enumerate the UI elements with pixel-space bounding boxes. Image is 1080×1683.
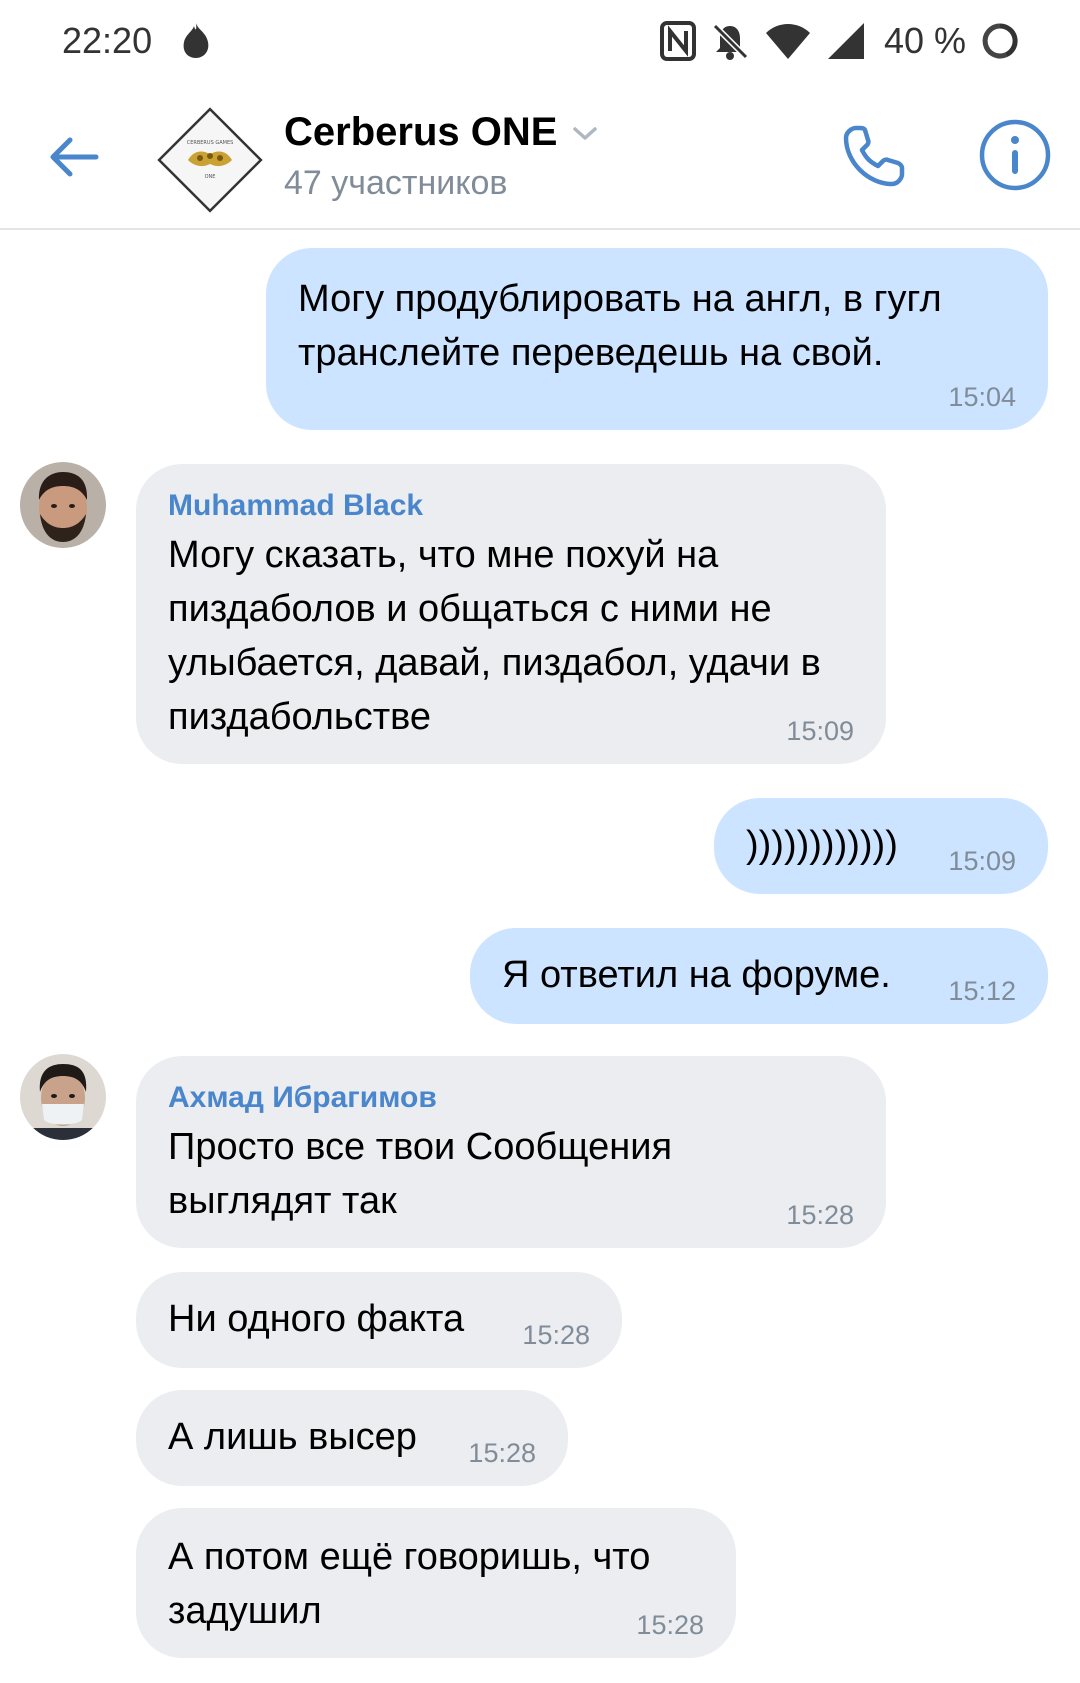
message-time: 15:12	[948, 976, 1016, 1006]
battery-percent: 40 %	[883, 20, 966, 61]
status-icons: 40 %	[659, 18, 1020, 64]
message-bubble-incoming[interactable]: А потом ещё говоришь, что задушил 15:28	[136, 1508, 736, 1658]
nfc-icon	[659, 21, 696, 61]
avatar-muhammad-black[interactable]	[20, 462, 106, 548]
message-text: ))))))))))))	[746, 824, 898, 866]
chat-header: CERBERUS GAMES ONE Cerberus ONE 47 участ…	[0, 84, 1080, 230]
message-bubble-outgoing[interactable]: Я ответил на форуме. 15:12	[470, 928, 1048, 1024]
chat-avatar[interactable]: CERBERUS GAMES ONE	[154, 104, 266, 216]
message-bubble-incoming[interactable]: А лишь высер 15:28	[136, 1390, 568, 1486]
chevron-down-icon	[573, 126, 598, 140]
message-bubble-incoming[interactable]: Ни одного факта 15:28	[136, 1272, 622, 1368]
avatar-akhmad-ibragimov[interactable]	[20, 1054, 106, 1140]
status-bar: 22:20 40 %	[0, 0, 1080, 84]
message-text: А лишь высер	[168, 1416, 417, 1458]
message-bubble-outgoing[interactable]: )))))))))))) 15:09	[714, 798, 1048, 894]
message-time: 15:09	[948, 846, 1016, 876]
message-text: Ни одного факта	[168, 1298, 465, 1340]
message-bubble-incoming[interactable]: Ахмад Ибрагимов Просто все твои Сообщени…	[136, 1056, 886, 1248]
info-icon[interactable]	[978, 118, 1052, 192]
svg-text:ONE: ONE	[205, 174, 216, 180]
message-time: 15:28	[636, 1610, 704, 1640]
status-time: 22:20	[62, 20, 153, 61]
mute-bell-icon	[712, 23, 749, 60]
chat-title[interactable]: Cerberus ONE	[284, 110, 599, 155]
message-time: 15:04	[948, 382, 1016, 412]
cerberus-logo: CERBERUS GAMES ONE	[154, 104, 266, 216]
message-time: 15:09	[786, 716, 854, 746]
chat-member-count: 47 участников	[284, 164, 508, 202]
signal-icon	[827, 23, 864, 59]
wifi-icon	[765, 24, 810, 59]
message-time: 15:28	[786, 1200, 854, 1230]
message-author[interactable]: Muhammad Black	[168, 486, 854, 526]
flame-icon	[183, 23, 209, 58]
message-time: 15:28	[522, 1320, 590, 1350]
message-author[interactable]: Ахмад Ибрагимов	[168, 1078, 854, 1118]
message-bubble-outgoing[interactable]: Могу продублировать на англ, в гугл тран…	[266, 248, 1048, 430]
back-arrow-icon[interactable]	[40, 122, 110, 192]
svg-text:CERBERUS GAMES: CERBERUS GAMES	[187, 140, 234, 146]
chat-title-text: Cerberus ONE	[284, 110, 558, 154]
message-text: Просто все твои Сообщения выглядят так	[168, 1126, 673, 1222]
phone-icon[interactable]	[838, 120, 910, 192]
message-text: Могу продублировать на англ, в гугл тран…	[298, 278, 942, 374]
message-bubble-incoming[interactable]: Muhammad Black Могу сказать, что мне пох…	[136, 464, 886, 764]
message-text: Я ответил на форуме.	[502, 954, 891, 996]
battery-icon	[982, 23, 1018, 59]
message-time: 15:28	[468, 1438, 536, 1468]
message-text: Могу сказать, что мне похуй на пиздаболо…	[168, 534, 821, 738]
message-text: А потом ещё говоришь, что задушил	[168, 1536, 651, 1632]
